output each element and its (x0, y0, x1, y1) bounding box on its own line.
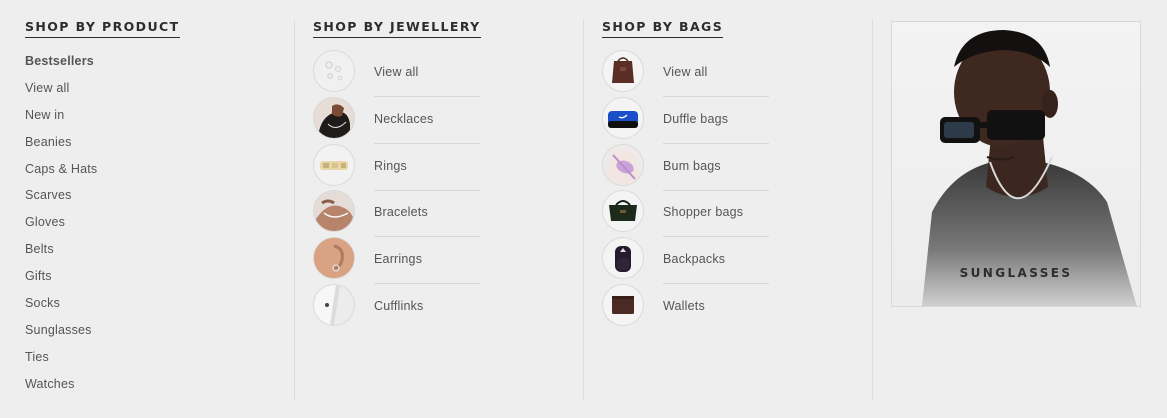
bags-label-bum-bags: Bum bags (663, 144, 769, 191)
product-link-ties[interactable]: Ties (25, 349, 97, 376)
product-link-gloves[interactable]: Gloves (25, 214, 97, 241)
bags-link-backpacks[interactable]: Backpacks (602, 237, 769, 285)
shop-by-product-heading: SHOP BY PRODUCT (25, 19, 180, 38)
product-link-belts[interactable]: Belts (25, 241, 97, 268)
bags-list: View all Duffle bags Bum bags Shopper ba… (602, 50, 769, 331)
jewellery-link-rings[interactable]: Rings (313, 143, 480, 191)
bags-link-wallets[interactable]: Wallets (602, 283, 764, 331)
bags-label-wallets: Wallets (663, 298, 705, 313)
ring-thumbnail (313, 143, 355, 186)
product-list: Bestsellers View all New in Beanies Caps… (25, 53, 97, 403)
jewellery-link-necklaces[interactable]: Necklaces (313, 96, 480, 144)
necklace-thumbnail (313, 96, 355, 139)
jewellery-list: View all Necklaces Rings Bracelets Earri… (313, 50, 480, 331)
jewellery-link-cufflinks[interactable]: Cufflinks (313, 283, 475, 331)
product-link-watches[interactable]: Watches (25, 376, 97, 403)
bags-link-duffle-bags[interactable]: Duffle bags (602, 96, 769, 144)
jewellery-link-view-all[interactable]: View all (313, 50, 480, 97)
product-link-view-all[interactable]: View all (25, 80, 97, 107)
cufflink-thumbnail (313, 283, 355, 326)
column-divider (872, 20, 873, 400)
jewellery-link-earrings[interactable]: Earrings (313, 237, 480, 285)
shop-by-bags-heading: SHOP BY BAGS (602, 19, 724, 38)
sunglasses-promo-tile[interactable]: SUNGLASSES (891, 21, 1141, 307)
bags-link-view-all[interactable]: View all (602, 50, 769, 97)
bags-label-shopper-bags: Shopper bags (663, 190, 769, 238)
bags-label-backpacks: Backpacks (663, 237, 769, 285)
wallet-thumbnail (602, 283, 644, 326)
product-link-socks[interactable]: Socks (25, 295, 97, 322)
jewellery-label-view-all: View all (374, 50, 480, 97)
shop-by-product-column: SHOP BY PRODUCT Bestsellers View all New… (0, 0, 294, 400)
model-wearing-sunglasses-image (922, 30, 1137, 306)
jewellery-view-all-thumbnail (313, 50, 355, 92)
bags-label-view-all: View all (663, 50, 769, 97)
bracelet-thumbnail (313, 190, 355, 233)
product-link-beanies[interactable]: Beanies (25, 134, 97, 161)
bags-link-bum-bags[interactable]: Bum bags (602, 143, 769, 191)
bags-view-all-thumbnail (602, 50, 644, 92)
shopper-bag-thumbnail (602, 190, 644, 233)
jewellery-label-bracelets: Bracelets (374, 190, 480, 238)
duffle-bag-thumbnail (602, 96, 644, 139)
product-link-sunglasses[interactable]: Sunglasses (25, 322, 97, 349)
product-link-bestsellers[interactable]: Bestsellers (25, 53, 97, 80)
bags-link-shopper-bags[interactable]: Shopper bags (602, 190, 769, 238)
shop-by-jewellery-column: SHOP BY JEWELLERY View all Necklaces Rin… (295, 0, 583, 400)
product-link-caps-hats[interactable]: Caps & Hats (25, 161, 97, 188)
product-link-scarves[interactable]: Scarves (25, 187, 97, 214)
jewellery-label-necklaces: Necklaces (374, 97, 480, 144)
jewellery-label-rings: Rings (374, 144, 480, 191)
bags-label-duffle-bags: Duffle bags (663, 97, 769, 144)
jewellery-label-cufflinks: Cufflinks (374, 298, 424, 313)
backpack-thumbnail (602, 237, 644, 280)
promo-label: SUNGLASSES (959, 266, 1073, 280)
bum-bag-thumbnail (602, 143, 644, 186)
earring-thumbnail (313, 237, 355, 280)
product-link-new-in[interactable]: New in (25, 107, 97, 134)
shop-by-jewellery-heading: SHOP BY JEWELLERY (313, 19, 481, 38)
jewellery-link-bracelets[interactable]: Bracelets (313, 190, 480, 238)
product-link-gifts[interactable]: Gifts (25, 268, 97, 295)
shop-by-bags-column: SHOP BY BAGS View all Duffle bags Bum ba… (584, 0, 872, 400)
jewellery-label-earrings: Earrings (374, 237, 480, 285)
